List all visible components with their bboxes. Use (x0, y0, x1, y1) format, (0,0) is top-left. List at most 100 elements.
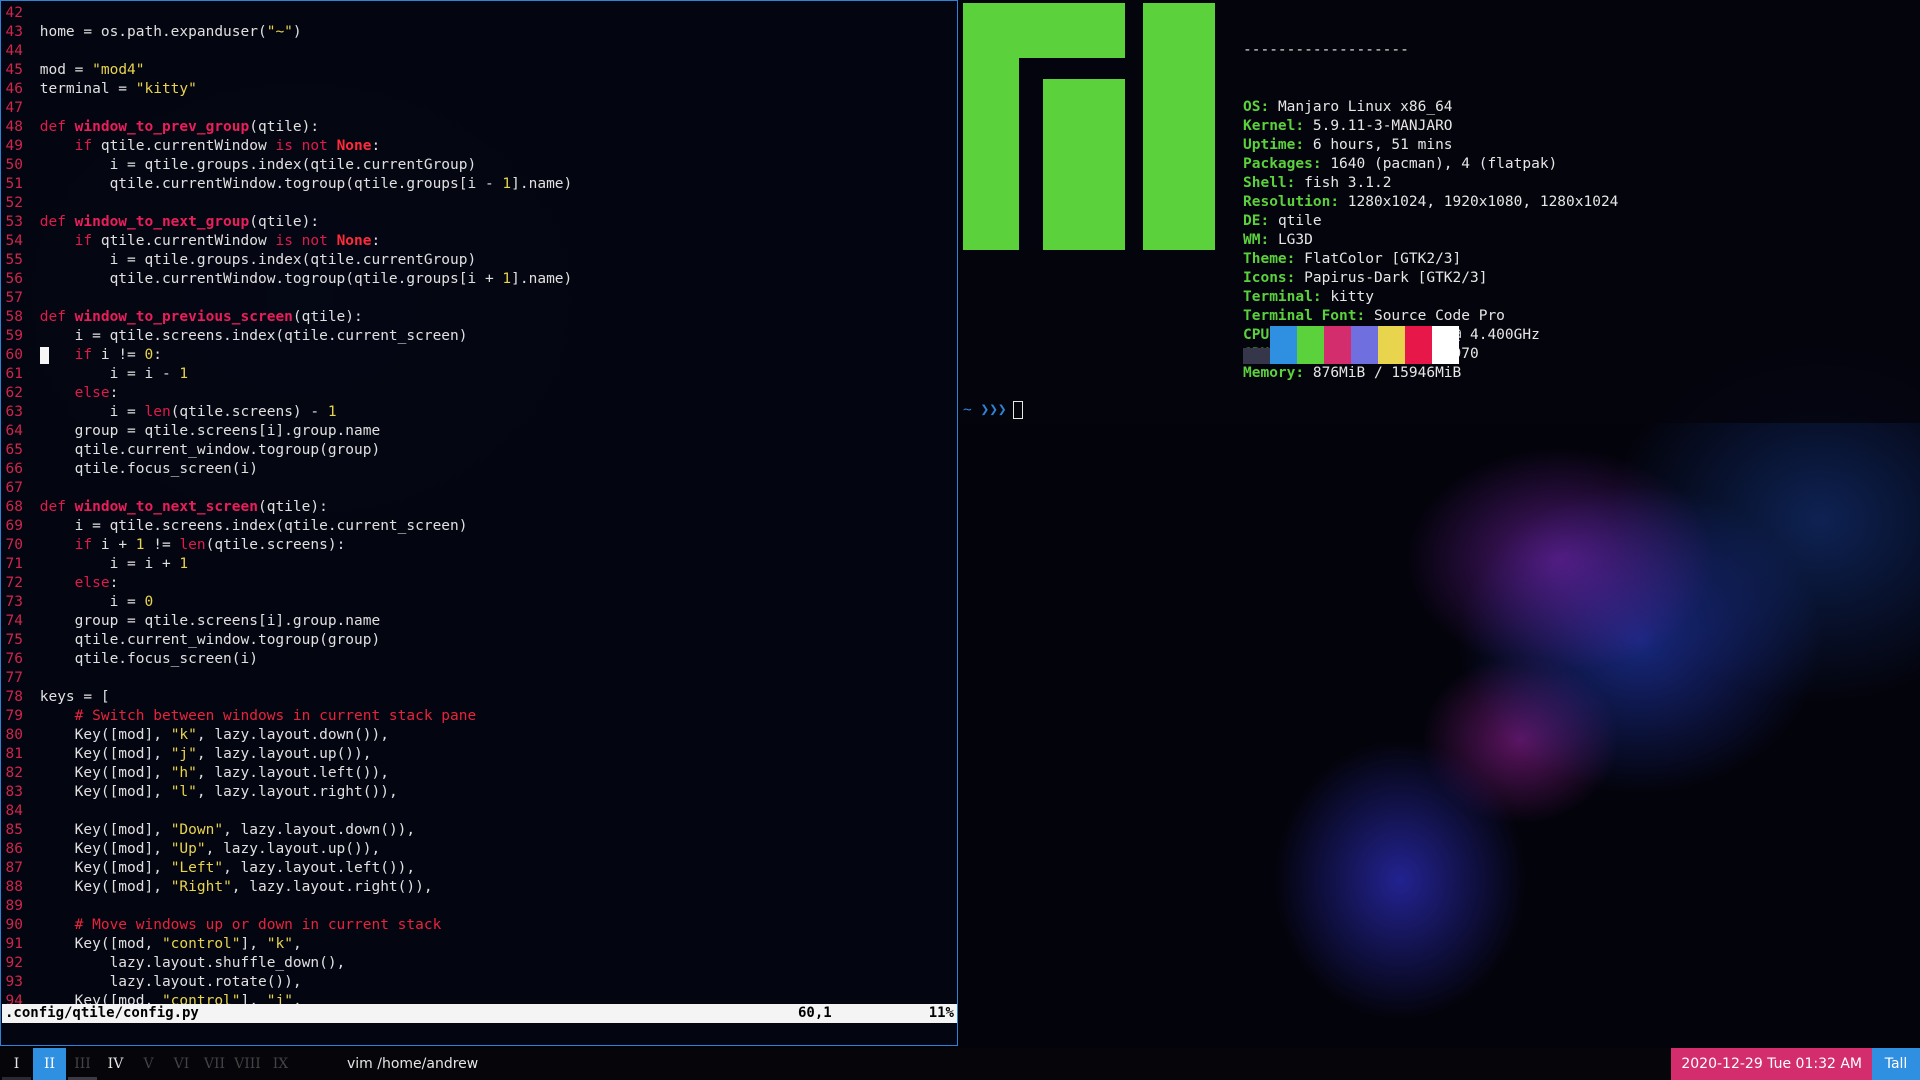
info-value: 1640 (pacman), 4 (flatpak) (1330, 156, 1558, 172)
code-token: , (292, 936, 302, 952)
group-ii[interactable]: II (33, 1048, 66, 1080)
info-key: Packages (1243, 156, 1313, 172)
code-token: "Up" (170, 841, 206, 857)
code-line[interactable]: 87 Key([mod], "Left", lazy.layout.left()… (1, 859, 957, 878)
code-token: "Down" (170, 822, 224, 838)
code-line[interactable]: 49 if qtile.currentWindow is not None: (1, 137, 957, 156)
code-line[interactable]: 57 (1, 289, 957, 308)
code-line[interactable]: 53 def window_to_next_group(qtile): (1, 213, 957, 232)
code-line[interactable]: 51 qtile.currentWindow.togroup(qtile.gro… (1, 175, 957, 194)
line-number: 50 (5, 157, 23, 173)
code-line[interactable]: 46 terminal = "kitty" (1, 80, 957, 99)
prompt-arrows: ❯❯❯ (980, 402, 1007, 418)
code-line[interactable]: 83 Key([mod], "l", lazy.layout.right()), (1, 783, 957, 802)
code-line[interactable]: 54 if qtile.currentWindow is not None: (1, 232, 957, 251)
group-vi[interactable]: VI (165, 1048, 198, 1080)
code-token: 1 (135, 537, 145, 553)
info-value: 5.9.11-3-MANJARO (1312, 118, 1453, 134)
window-name: vim /home/andrew (347, 1056, 479, 1072)
status-filename: .config/qtile/config.py (5, 1005, 199, 1021)
group-iii[interactable]: III (66, 1048, 99, 1080)
code-line[interactable]: 67 (1, 479, 957, 498)
info-row: Memory: 876MiB / 15946MiB (1243, 364, 1618, 383)
group-iv[interactable]: IV (99, 1048, 132, 1080)
code-line[interactable]: 78 keys = [ (1, 688, 957, 707)
code-line[interactable]: 52 (1, 194, 957, 213)
neofetch-terminal[interactable]: ------------------- OS: Manjaro Linux x8… (960, 0, 1920, 423)
line-number: 55 (5, 252, 23, 268)
code-line[interactable]: 75 qtile.current_window.togroup(group) (1, 631, 957, 650)
code-line[interactable]: 84 (1, 802, 957, 821)
group-viii[interactable]: VIII (231, 1048, 264, 1080)
group-vii[interactable]: VII (198, 1048, 231, 1080)
code-line[interactable]: 66 qtile.focus_screen(i) (1, 460, 957, 479)
code-token: , lazy.layout.up()), (196, 746, 372, 762)
line-number: 80 (5, 727, 23, 743)
code-line[interactable]: 89 (1, 897, 957, 916)
code-line[interactable]: 85 Key([mod], "Down", lazy.layout.down()… (1, 821, 957, 840)
code-line[interactable]: 80 Key([mod], "k", lazy.layout.down()), (1, 726, 957, 745)
code-line[interactable]: 60 if i != 0: (1, 346, 957, 365)
code-token: else (74, 385, 110, 401)
info-key: WM (1243, 232, 1261, 248)
code-line[interactable]: 43 home = os.path.expanduser("~") (1, 23, 957, 42)
code-line[interactable]: 42 (1, 4, 957, 23)
code-line[interactable]: 86 Key([mod], "Up", lazy.layout.up()), (1, 840, 957, 859)
code-token: , lazy.layout.right()), (196, 784, 398, 800)
code-line[interactable]: 44 (1, 42, 957, 61)
code-line[interactable]: 81 Key([mod], "j", lazy.layout.up()), (1, 745, 957, 764)
code-line[interactable]: 74 group = qtile.screens[i].group.name (1, 612, 957, 631)
code-line[interactable]: 48 def window_to_prev_group(qtile): (1, 118, 957, 137)
group-v[interactable]: V (132, 1048, 165, 1080)
code-line[interactable]: 93 lazy.layout.rotate()), (1, 973, 957, 992)
code-token: window_to_next_group (74, 214, 250, 230)
code-line[interactable]: 90 # Move windows up or down in current … (1, 916, 957, 935)
code-line[interactable]: 62 else: (1, 384, 957, 403)
group-i[interactable]: I (0, 1048, 33, 1080)
group-ix[interactable]: IX (264, 1048, 297, 1080)
code-token: window_to_prev_group (74, 119, 250, 135)
line-number: 83 (5, 784, 23, 800)
line-number: 47 (5, 100, 23, 116)
code-line[interactable]: 70 if i + 1 != len(qtile.screens): (1, 536, 957, 555)
code-line[interactable]: 56 qtile.currentWindow.togroup(qtile.gro… (1, 270, 957, 289)
shell-prompt[interactable]: ~ ❯❯❯ (963, 401, 1023, 420)
code-token: None (336, 138, 372, 154)
code-line[interactable]: 58 def window_to_previous_screen(qtile): (1, 308, 957, 327)
code-line[interactable]: 69 i = qtile.screens.index(qtile.current… (1, 517, 957, 536)
code-line[interactable]: 68 def window_to_next_screen(qtile): (1, 498, 957, 517)
group-label: VIII (234, 1056, 261, 1072)
code-line[interactable]: 55 i = qtile.groups.index(qtile.currentG… (1, 251, 957, 270)
code-line[interactable]: 72 else: (1, 574, 957, 593)
code-line[interactable]: 47 (1, 99, 957, 118)
code-line[interactable]: 61 i = i - 1 (1, 365, 957, 384)
code-token: i = i + (39, 556, 180, 572)
vim-window[interactable]: 42 43 home = os.path.expanduser("~") 44 4… (0, 0, 958, 1046)
code-token: "Left" (170, 860, 224, 876)
code-line[interactable]: 63 i = len(qtile.screens) - 1 (1, 403, 957, 422)
code-line[interactable]: 50 i = qtile.groups.index(qtile.currentG… (1, 156, 957, 175)
code-line[interactable]: 64 group = qtile.screens[i].group.name (1, 422, 957, 441)
code-token: i = qtile.screens.index(qtile.current_sc… (39, 518, 468, 534)
code-line[interactable]: 59 i = qtile.screens.index(qtile.current… (1, 327, 957, 346)
code-line[interactable]: 92 lazy.layout.shuffle_down(), (1, 954, 957, 973)
code-line[interactable]: 71 i = i + 1 (1, 555, 957, 574)
code-token: Key([mod], (39, 879, 171, 895)
code-token: window_to_next_screen (74, 499, 258, 515)
code-line[interactable]: 82 Key([mod], "h", lazy.layout.left()), (1, 764, 957, 783)
code-line[interactable]: 77 (1, 669, 957, 688)
code-line[interactable]: 73 i = 0 (1, 593, 957, 612)
code-area[interactable]: 42 43 home = os.path.expanduser("~") 44 4… (1, 4, 957, 1011)
code-line[interactable]: 76 qtile.focus_screen(i) (1, 650, 957, 669)
line-number: 58 (5, 309, 23, 325)
line-number: 79 (5, 708, 23, 724)
code-line[interactable]: 45 mod = "mod4" (1, 61, 957, 80)
code-line[interactable]: 88 Key([mod], "Right", lazy.layout.right… (1, 878, 957, 897)
line-number: 66 (5, 461, 23, 477)
layout-indicator[interactable]: Tall (1872, 1048, 1920, 1080)
code-token: qtile.focus_screen(i) (39, 651, 258, 667)
status-percent: 11% (928, 1005, 954, 1021)
code-line[interactable]: 91 Key([mod, "control"], "k", (1, 935, 957, 954)
code-line[interactable]: 65 qtile.current_window.togroup(group) (1, 441, 957, 460)
code-line[interactable]: 79 # Switch between windows in current s… (1, 707, 957, 726)
